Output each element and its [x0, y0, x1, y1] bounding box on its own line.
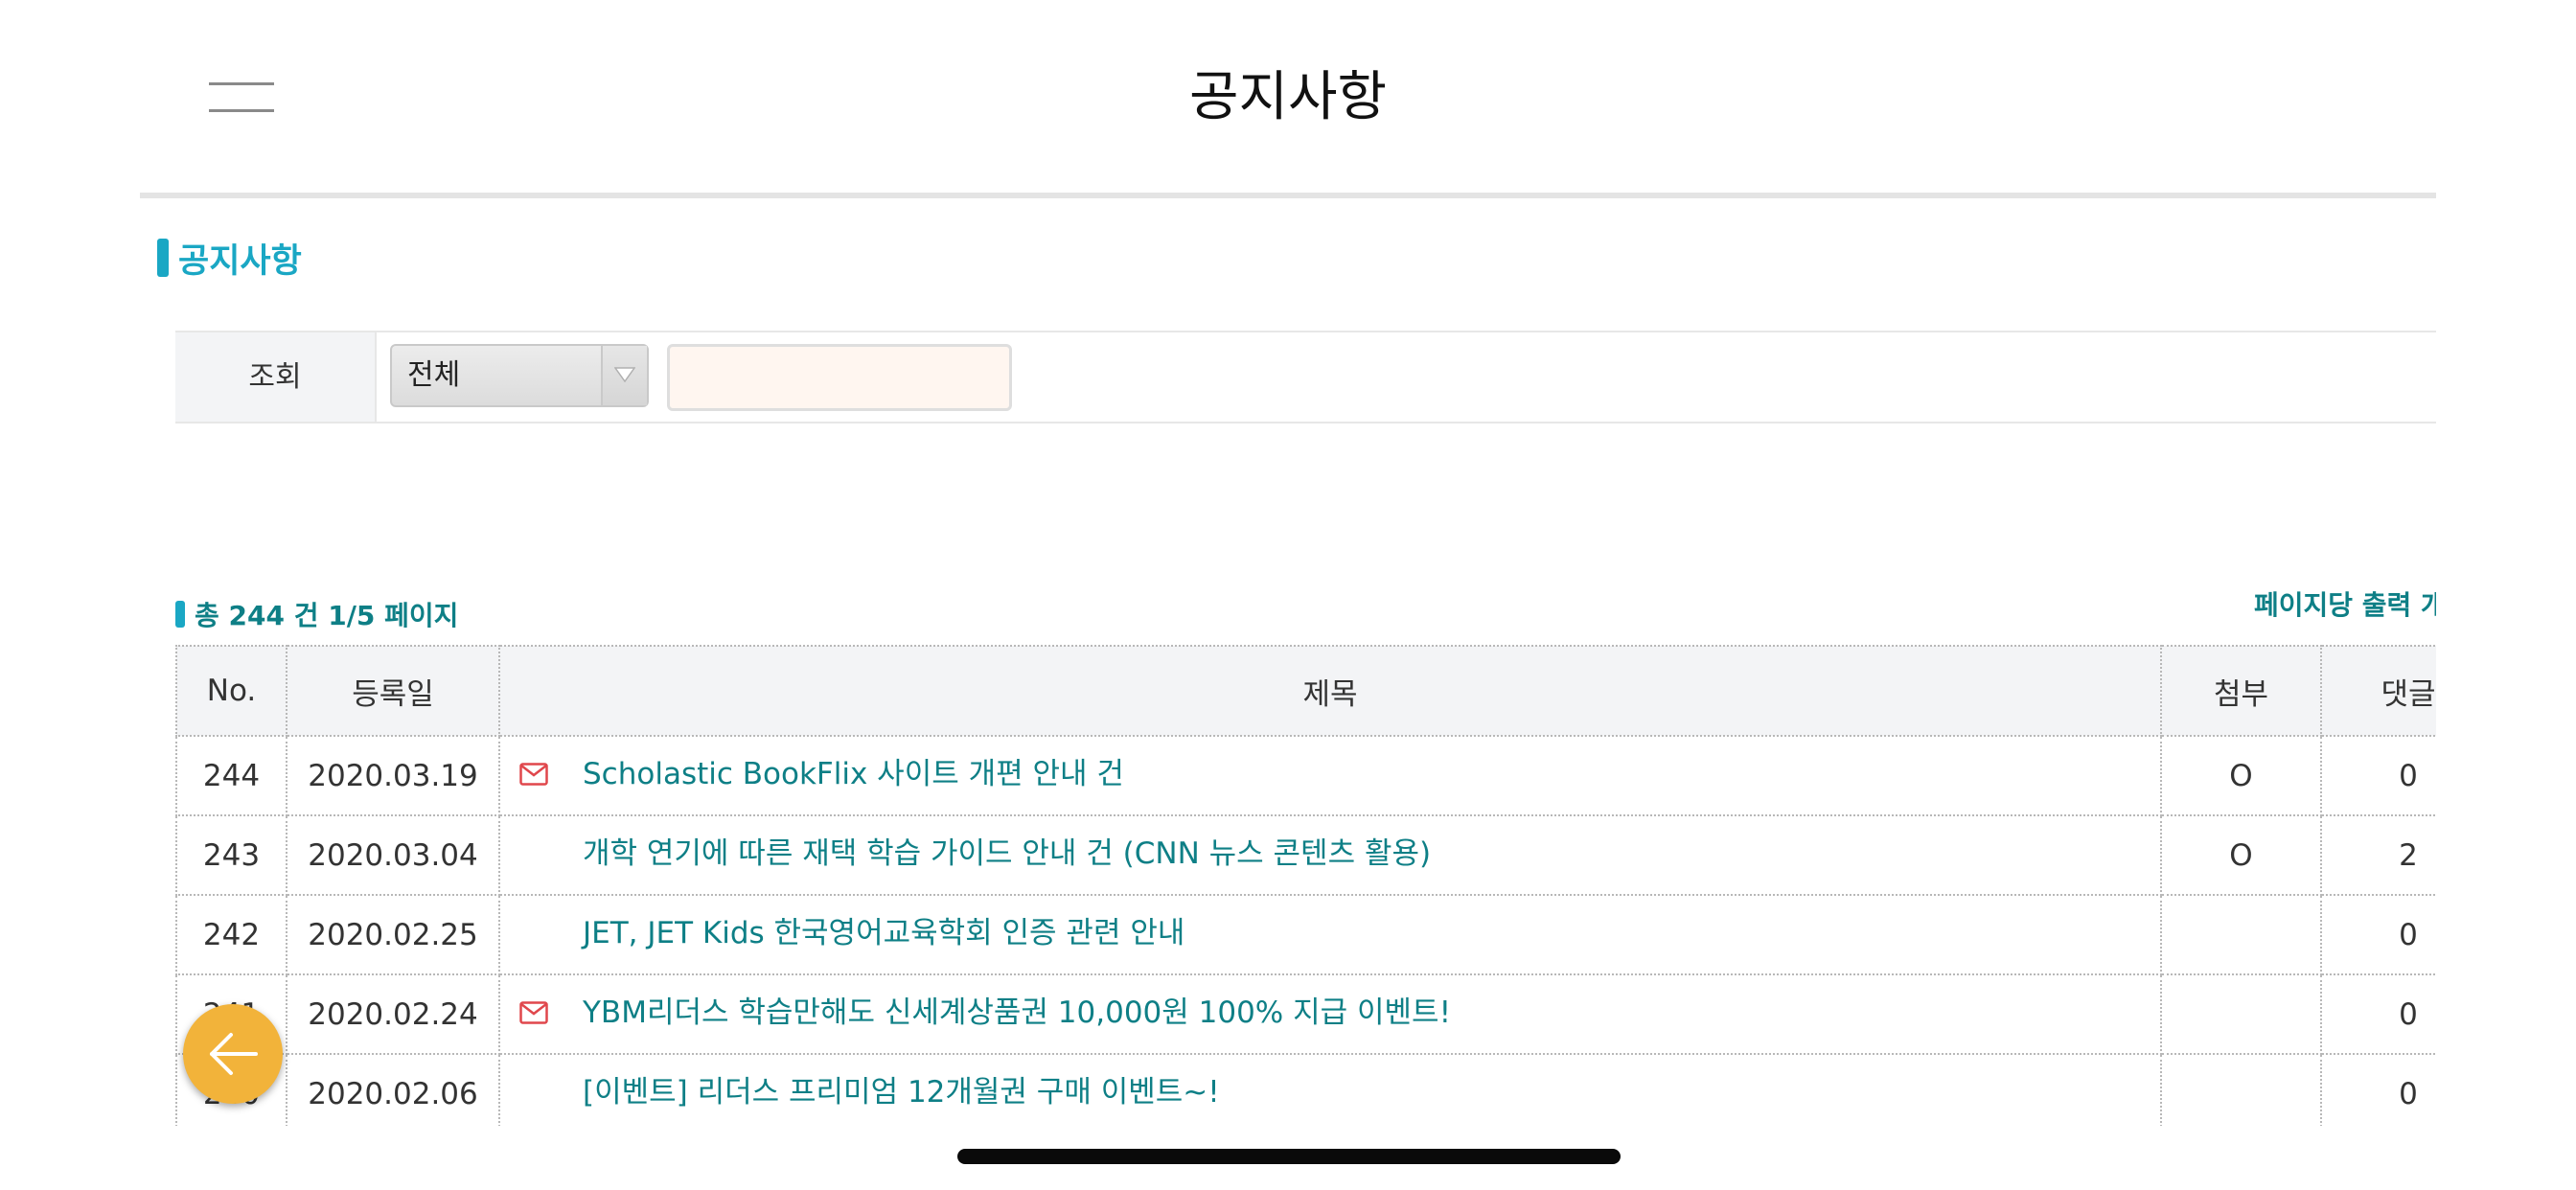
triangle-down-icon: [614, 367, 635, 382]
home-indicator[interactable]: [957, 1149, 1621, 1164]
notice-title-link[interactable]: Scholastic BookFlix 사이트 개편 안내 건: [583, 737, 1124, 812]
row-date: 2020.03.19: [286, 735, 500, 816]
row-attachment: [2160, 973, 2322, 1055]
row-title-cell: Scholastic BookFlix 사이트 개편 안내 건: [498, 735, 2162, 816]
header-no: No.: [175, 645, 288, 737]
result-summary: 총 244 건 1/5 페이지: [175, 595, 458, 633]
row-number: 243: [175, 814, 288, 896]
row-attachment: [2160, 894, 2322, 975]
row-title-cell: 개학 연기에 따른 재택 학습 가이드 안내 건 (CNN 뉴스 콘텐츠 활용): [498, 814, 2162, 896]
mail-icon: [519, 763, 548, 786]
row-attachment: O: [2160, 814, 2322, 896]
header-date: 등록일: [286, 645, 500, 737]
row-comment-count: 2: [2320, 814, 2436, 896]
summary-text: 총 244 건 1/5 페이지: [195, 600, 459, 631]
row-title-cell: YBM리더스 학습만해도 신세계상품권 10,000원 100% 지급 이벤트!: [498, 973, 2162, 1055]
select-arrow-button[interactable]: [601, 346, 647, 405]
table-header-row: No. 등록일 제목 첨부 댓글: [175, 645, 2436, 737]
section-marker: [157, 239, 169, 277]
mail-icon: [519, 1001, 548, 1024]
notice-table-container: No. 등록일 제목 첨부 댓글 244 2020.03.19 Scholastic…: [175, 645, 2436, 1126]
row-attachment: [2160, 1053, 2322, 1126]
section-title: 공지사항: [178, 241, 302, 281]
notice-title-link[interactable]: 개학 연기에 따른 재택 학습 가이드 안내 건 (CNN 뉴스 콘텐츠 활용): [583, 816, 1431, 892]
search-panel: 조회 전체: [175, 331, 2436, 423]
search-label: 조회: [175, 332, 377, 422]
search-type-select[interactable]: 전체: [390, 344, 649, 407]
row-comment-count: 0: [2320, 894, 2436, 975]
header-divider: [140, 193, 2436, 198]
table-row[interactable]: 2402020.02.06[이벤트] 리더스 프리미엄 12개월권 구매 이벤트…: [175, 1053, 2436, 1126]
row-date: 2020.03.04: [286, 814, 500, 896]
notice-title-link[interactable]: JET, JET Kids 한국영어교육학회 인증 관련 안내: [583, 896, 1184, 972]
row-number: 244: [175, 735, 288, 816]
page-title: 공지사항: [1188, 66, 1388, 128]
summary-marker: [175, 601, 185, 628]
arrow-left-icon: [210, 1033, 258, 1075]
row-date: 2020.02.24: [286, 973, 500, 1055]
table-row[interactable]: 2412020.02.24YBM리더스 학습만해도 신세계상품권 10,000원…: [175, 973, 2436, 1055]
row-comment-count: 0: [2320, 735, 2436, 816]
header-title: 제목: [498, 645, 2162, 737]
back-button[interactable]: [183, 1004, 283, 1104]
header-attach: 첨부: [2160, 645, 2322, 737]
row-date: 2020.02.25: [286, 894, 500, 975]
row-title-cell: [이벤트] 리더스 프리미엄 12개월권 구매 이벤트~!: [498, 1053, 2162, 1126]
notice-title-link[interactable]: [이벤트] 리더스 프리미엄 12개월권 구매 이벤트~!: [583, 1055, 1220, 1126]
notice-table: No. 등록일 제목 첨부 댓글 244 2020.03.19 Scholastic…: [175, 645, 2436, 1126]
table-row[interactable]: 243 2020.03.04 개학 연기에 따른 재택 학습 가이드 안내 건 (C…: [175, 814, 2436, 896]
row-date: 2020.02.06: [286, 1053, 500, 1126]
search-type-value: 전체: [407, 358, 461, 392]
section-heading: 공지사항: [157, 234, 302, 282]
table-row[interactable]: 244 2020.03.19 Scholastic BookFlix 사이트 개편 …: [175, 735, 2436, 816]
search-input[interactable]: [667, 344, 1012, 411]
notice-title-link[interactable]: YBM리더스 학습만해도 신세계상품권 10,000원 100% 지급 이벤트!: [583, 975, 1451, 1051]
table-row[interactable]: 242 2020.02.25 JET, JET Kids 한국영어교육학회 인증 관…: [175, 894, 2436, 975]
row-comment-count: 0: [2320, 1053, 2436, 1126]
table-body: 244 2020.03.19 Scholastic BookFlix 사이트 개편 …: [175, 735, 2436, 1126]
per-page-select[interactable]: 페이지당 출력 개: [2254, 586, 2436, 625]
row-title-cell: JET, JET Kids 한국영어교육학회 인증 관련 안내: [498, 894, 2162, 975]
row-comment-count: 0: [2320, 973, 2436, 1055]
header-comments: 댓글: [2320, 645, 2436, 737]
row-number: 242: [175, 894, 288, 975]
row-attachment: O: [2160, 735, 2322, 816]
